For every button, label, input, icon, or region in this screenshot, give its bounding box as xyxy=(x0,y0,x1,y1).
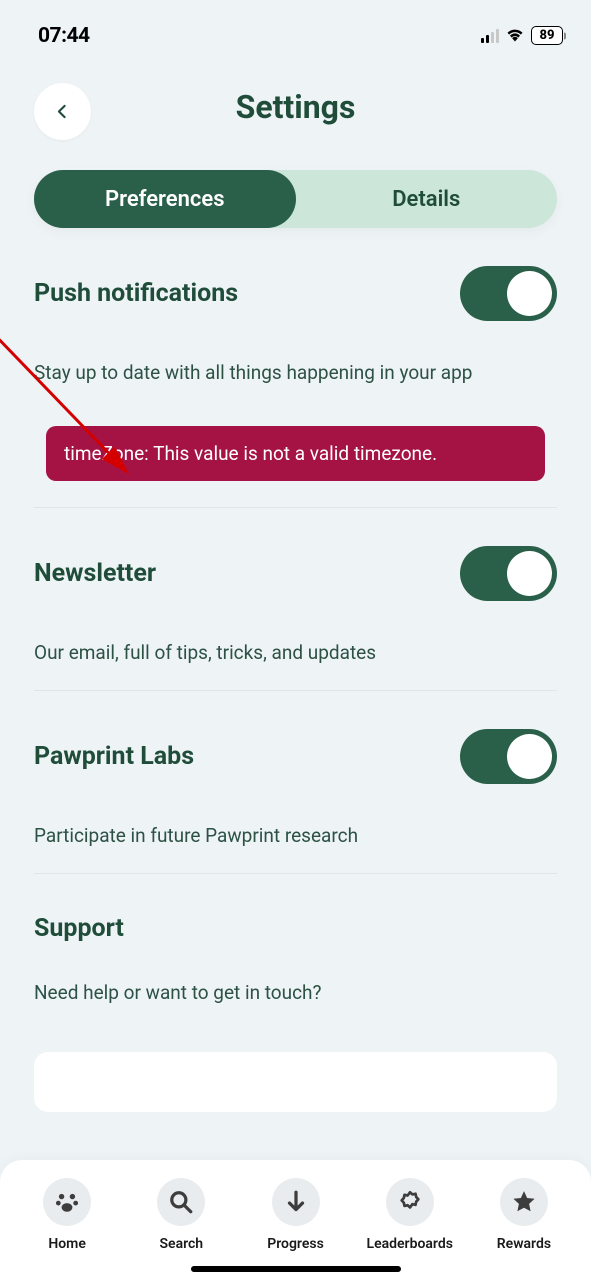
toggle-push-notifications[interactable] xyxy=(460,266,557,321)
nav-label: Leaderboards xyxy=(367,1236,453,1252)
nav-label: Search xyxy=(159,1236,203,1252)
home-indicator[interactable] xyxy=(191,1266,401,1272)
chevron-left-icon xyxy=(54,103,71,120)
setting-title: Pawprint Labs xyxy=(34,742,194,771)
support-title: Support xyxy=(34,914,557,943)
page-title: Settings xyxy=(30,80,561,126)
setting-newsletter: Newsletter Our email, full of tips, tric… xyxy=(34,508,557,691)
badge-icon xyxy=(386,1178,434,1226)
wifi-icon xyxy=(505,26,525,46)
nav-home[interactable]: Home xyxy=(10,1178,124,1252)
status-time: 07:44 xyxy=(38,24,90,48)
setting-pawprint-labs: Pawprint Labs Participate in future Pawp… xyxy=(34,691,557,874)
header: Settings xyxy=(0,55,591,146)
tab-preferences[interactable]: Preferences xyxy=(34,170,296,228)
tabs: Preferences Details xyxy=(34,170,557,228)
paw-icon xyxy=(43,1178,91,1226)
nav-label: Rewards xyxy=(497,1236,551,1252)
toggle-newsletter[interactable] xyxy=(460,546,557,601)
back-button[interactable] xyxy=(34,83,91,140)
nav-progress[interactable]: Progress xyxy=(238,1178,352,1252)
bottom-nav: Home Search Progress Leaderboards Reward… xyxy=(0,1160,591,1280)
battery-indicator: 89 xyxy=(531,26,563,45)
setting-desc: Participate in future Pawprint research xyxy=(34,824,557,847)
setting-title: Push notifications xyxy=(34,279,238,308)
nav-rewards[interactable]: Rewards xyxy=(467,1178,581,1252)
setting-support: Support Need help or want to get in touc… xyxy=(34,874,557,1112)
nav-search[interactable]: Search xyxy=(124,1178,238,1252)
setting-title: Newsletter xyxy=(34,559,156,588)
nav-leaderboards[interactable]: Leaderboards xyxy=(353,1178,467,1252)
content: Push notifications Stay up to date with … xyxy=(0,228,591,1112)
arrow-down-icon xyxy=(272,1178,320,1226)
status-indicators: 89 xyxy=(481,26,564,46)
nav-label: Progress xyxy=(267,1236,324,1252)
star-icon xyxy=(500,1178,548,1226)
support-desc: Need help or want to get in touch? xyxy=(34,981,557,1004)
error-banner: timeZone: This value is not a valid time… xyxy=(46,426,545,481)
setting-push-notifications: Push notifications Stay up to date with … xyxy=(34,228,557,508)
toggle-pawprint-labs[interactable] xyxy=(460,729,557,784)
support-card[interactable] xyxy=(34,1052,557,1112)
cellular-signal-icon xyxy=(481,29,500,43)
setting-desc: Stay up to date with all things happenin… xyxy=(34,361,557,384)
search-icon xyxy=(157,1178,205,1226)
status-bar: 07:44 89 xyxy=(0,0,591,55)
setting-desc: Our email, full of tips, tricks, and upd… xyxy=(34,641,557,664)
tab-details[interactable]: Details xyxy=(296,170,558,228)
nav-label: Home xyxy=(48,1236,86,1252)
